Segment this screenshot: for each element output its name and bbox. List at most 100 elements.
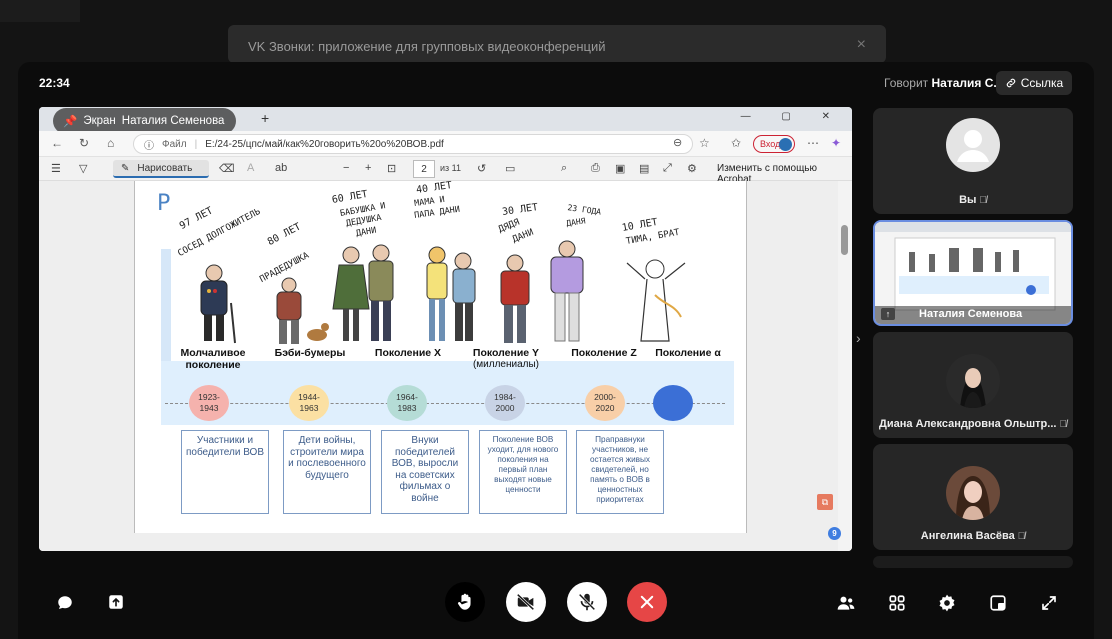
- close-icon[interactable]: ×: [857, 36, 866, 54]
- participant-tile-screen[interactable]: ↑ Наталия Семенова: [873, 220, 1073, 326]
- contents-icon[interactable]: ☰: [51, 162, 61, 175]
- generation-name: Поколение X: [374, 347, 442, 359]
- mic-off-icon: 🎙̸: [1017, 531, 1026, 542]
- generation-description: Дети войны, строители мира и послевоенно…: [283, 430, 371, 514]
- raise-hand-icon: [457, 593, 471, 610]
- address-separator: |: [194, 138, 198, 150]
- background-notification: VK Звонки: приложение для групповых виде…: [228, 25, 886, 63]
- window-controls[interactable]: — ▢ ✕: [741, 111, 844, 122]
- generation-label: Поколение Z: [559, 347, 649, 359]
- participant-tile[interactable]: Ангелина Васёва 🎙̸: [873, 444, 1073, 550]
- participant-name-text: Ангелина Васёва: [920, 530, 1015, 542]
- generation-description: Внуки победителей ВОВ, выросли на советс…: [381, 430, 469, 514]
- copy-link-button[interactable]: Ссылка: [996, 71, 1072, 95]
- raise-hand-button[interactable]: [445, 582, 485, 622]
- scroll-thumb[interactable]: [841, 225, 848, 255]
- share-screen-icon: ↑: [881, 308, 895, 320]
- grid-view-button[interactable]: [884, 590, 910, 616]
- age-label: 23 ГОДА: [567, 203, 602, 217]
- filter-icon[interactable]: ▽: [79, 162, 87, 175]
- draw-button[interactable]: ✎ Нарисовать: [113, 160, 209, 178]
- pdf-scrollbar[interactable]: [838, 181, 852, 551]
- acrobat-icon[interactable]: ⧉: [817, 494, 833, 510]
- favorites-list-icon[interactable]: ✩: [731, 136, 741, 150]
- grid-icon: [889, 595, 905, 611]
- participant-name-text: Диана Александровна Ольштр...: [879, 418, 1057, 430]
- participant-tile[interactable]: Диана Александровна Ольштр... 🎙̸: [873, 332, 1073, 438]
- speaking-name: Наталия С.: [931, 76, 997, 90]
- layout-button[interactable]: [985, 590, 1011, 616]
- generation-sub: (миллениалы): [472, 359, 540, 370]
- page-total: из 11: [440, 163, 461, 173]
- camera-off-icon: [516, 593, 535, 611]
- zoom-out-icon[interactable]: −: [343, 162, 349, 174]
- zoom-in-icon[interactable]: +: [365, 162, 371, 174]
- participant-name: Ангелина Васёва 🎙̸: [873, 530, 1073, 542]
- rotate-icon[interactable]: ↺: [477, 162, 486, 175]
- generation-name: Молчаливое поколение: [180, 347, 246, 371]
- mic-off-icon: 🎙̸: [1059, 419, 1067, 430]
- age-label: ДАНИ: [511, 227, 536, 245]
- share-screen-icon: [109, 595, 123, 609]
- more-icon[interactable]: ⋯: [807, 136, 819, 150]
- generation-name: Бэби-бумеры: [274, 347, 346, 359]
- chat-button[interactable]: [52, 590, 78, 616]
- profile-avatar: [779, 138, 792, 151]
- timeline-line: [165, 403, 725, 404]
- call-window: 22:34 Говорит Наталия С. Ссылка + — ▢ ✕ …: [18, 62, 1094, 639]
- eraser-icon[interactable]: ⌫: [219, 162, 235, 175]
- background-window-corner: [0, 0, 80, 22]
- end-call-button[interactable]: [627, 582, 667, 622]
- login-button[interactable]: Вход: [753, 135, 795, 153]
- site-label: Файл: [162, 138, 187, 150]
- login-label: Вход: [760, 139, 781, 149]
- favorite-icon[interactable]: ☆: [699, 136, 710, 150]
- back-icon[interactable]: ←: [51, 136, 63, 150]
- address-bar[interactable]: ⓘ Файл | E:/24-25/цпс/май/как%20говорить…: [133, 134, 693, 154]
- end-call-icon: [640, 595, 654, 609]
- participant-tile-partial[interactable]: [873, 556, 1073, 568]
- participant-name: Наталия Семенова: [919, 308, 1023, 320]
- year-range: 2000- 2020: [585, 385, 625, 421]
- generation-label: Поколение α: [643, 347, 733, 359]
- grandparents-illustration: [332, 244, 394, 341]
- settings-button[interactable]: [934, 590, 960, 616]
- fullscreen-button[interactable]: [1036, 590, 1062, 616]
- generation-description: Участники и победители ВОВ: [181, 430, 269, 514]
- page-view-icon[interactable]: ▭: [505, 162, 515, 175]
- print-icon[interactable]: ⎙: [591, 162, 600, 175]
- generation-name: Поколение Z: [571, 347, 637, 359]
- year-range: [653, 385, 693, 421]
- page-number-input[interactable]: 2: [413, 160, 435, 178]
- expand-icon[interactable]: ⤢: [663, 162, 672, 175]
- fit-page-icon[interactable]: ⊡: [387, 162, 396, 175]
- microphone-toggle-button[interactable]: [567, 582, 607, 622]
- zoom-icon[interactable]: ⊖: [673, 136, 682, 149]
- veteran-illustration: [200, 264, 236, 344]
- participant-tile-self[interactable]: Вы 🎙̸: [873, 108, 1073, 214]
- screen-badge-owner: Наталия Семенова: [121, 115, 225, 127]
- read-aloud-icon[interactable]: ab: [275, 162, 287, 174]
- reload-icon[interactable]: ↻: [79, 136, 89, 150]
- participant-name-text: Вы: [959, 194, 977, 206]
- save-icon[interactable]: ▣: [615, 162, 625, 175]
- pdf-viewer[interactable]: Р 97 ЛЕТ СОСЕД ДОЛГОЖИТЕЛЬ 80 ЛЕТ ПРАДЕД…: [39, 180, 852, 551]
- draw-icon: ✎: [121, 162, 130, 174]
- share-screen-button[interactable]: [103, 589, 129, 615]
- camera-toggle-button[interactable]: [506, 582, 546, 622]
- copilot-icon[interactable]: ✦: [831, 136, 841, 150]
- save-as-icon[interactable]: ▤: [639, 162, 649, 175]
- uncle-illustration: [500, 254, 530, 343]
- settings-icon[interactable]: ⚙: [687, 162, 697, 175]
- new-tab-icon[interactable]: +: [261, 110, 269, 126]
- pin-icon[interactable]: 📌: [63, 114, 77, 128]
- home-icon[interactable]: ⌂: [107, 136, 114, 150]
- text-size-icon[interactable]: A: [247, 162, 254, 174]
- fullscreen-icon: [1042, 596, 1056, 610]
- age-label: 80 ЛЕТ: [265, 221, 303, 248]
- search-icon[interactable]: ⌕: [561, 162, 567, 175]
- participants-button[interactable]: [833, 590, 859, 616]
- pdf-toolbar: ☰ ▽ ✎ Нарисовать ⌫ A ab − + ⊡ 2 из 11 ↺ …: [39, 157, 852, 185]
- chevron-right-icon[interactable]: ›: [856, 330, 861, 346]
- desktop: VK Звонки: приложение для групповых виде…: [0, 0, 1112, 639]
